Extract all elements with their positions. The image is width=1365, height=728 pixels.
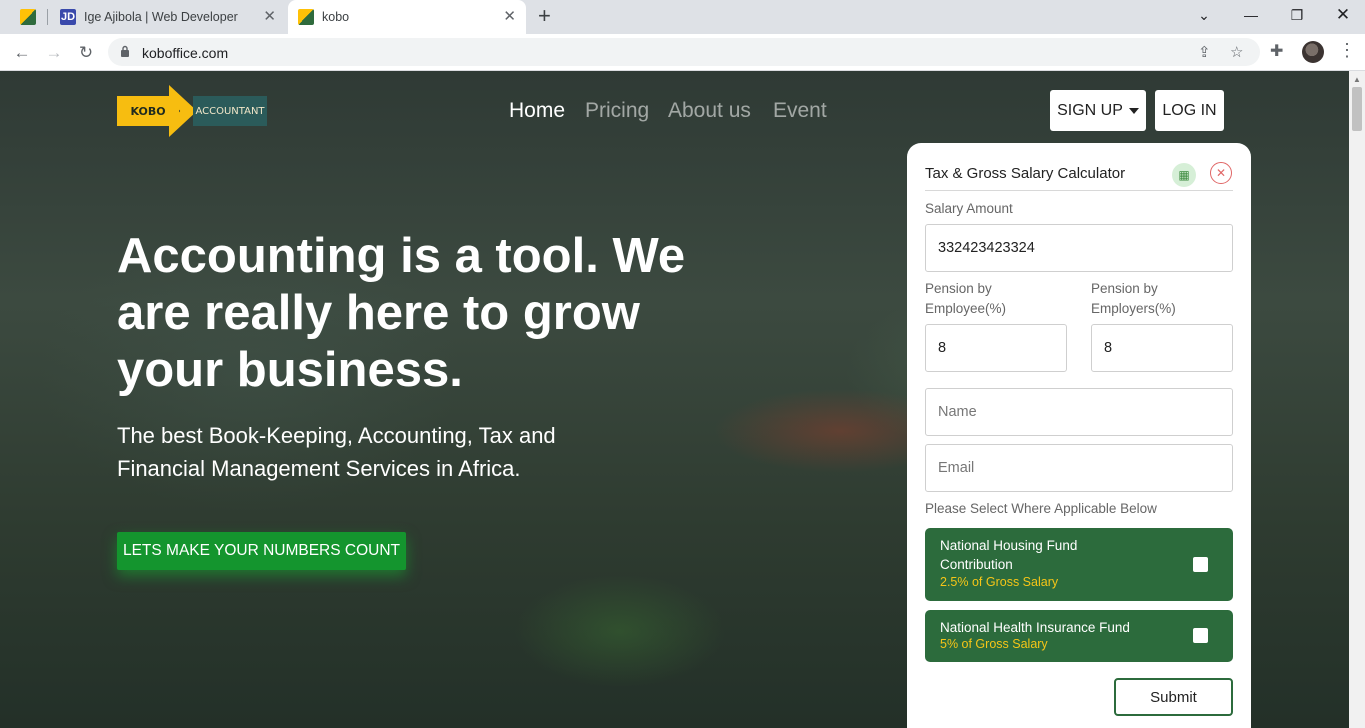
- pension-employer-label: Pension by Employers(%): [1091, 281, 1176, 316]
- close-icon[interactable]: ✕: [1210, 162, 1232, 184]
- calculator-icon: ▦: [1172, 163, 1196, 187]
- minimize-icon[interactable]: —: [1228, 0, 1274, 30]
- tab-ige-ajibola[interactable]: JD Ige Ajibola | Web Developer ✕: [56, 0, 286, 34]
- tab-search-chevron-icon[interactable]: ⌄: [1181, 0, 1227, 30]
- browser-tab-bar: JD Ige Ajibola | Web Developer ✕ kobo ✕ …: [0, 0, 1365, 34]
- logo-accountant-text: ACCOUNTANT: [193, 96, 267, 126]
- tab-title: kobo: [322, 10, 350, 24]
- forward-arrow-icon[interactable]: →: [42, 41, 66, 65]
- pinned-tab[interactable]: [10, 0, 46, 34]
- option-title: National Housing Fund Contribution: [940, 538, 1078, 572]
- tab-separator: [47, 9, 48, 25]
- calculator-header: Tax & Gross Salary Calculator ▦ ✕: [925, 157, 1233, 191]
- pension-employer-input[interactable]: 8: [1091, 324, 1233, 372]
- kobo-accountant-logo[interactable]: KOBO ACCOUNTANT: [117, 85, 267, 137]
- browser-toolbar: ← → ↻ koboffice.com ⇪ ☆ ✚ ⋮: [0, 34, 1365, 71]
- tab-kobo[interactable]: kobo ✕: [288, 0, 526, 34]
- restore-icon[interactable]: ❐: [1274, 0, 1320, 30]
- sign-up-button[interactable]: SIGN UP: [1050, 90, 1146, 131]
- back-arrow-icon[interactable]: ←: [10, 41, 34, 65]
- extensions-puzzle-icon[interactable]: ✚: [1270, 41, 1283, 61]
- tab-title: Ige Ajibola | Web Developer: [84, 10, 238, 24]
- scrollbar-thumb[interactable]: [1352, 87, 1362, 131]
- tax-calculator-panel: Tax & Gross Salary Calculator ▦ ✕ Salary…: [907, 143, 1251, 728]
- scroll-up-icon[interactable]: ▲: [1353, 75, 1361, 84]
- logo-kobo-text: KOBO: [117, 96, 179, 126]
- health-insurance-option[interactable]: National Health Insurance Fund 5% of Gro…: [925, 610, 1233, 662]
- option-title: National Health Insurance Fund: [940, 620, 1130, 635]
- caret-down-icon: [1128, 107, 1139, 114]
- housing-fund-option[interactable]: National Housing Fund Contribution 2.5% …: [925, 528, 1233, 601]
- pension-employee-label: Pension by Employee(%): [925, 281, 1007, 316]
- housing-fund-checkbox[interactable]: [1193, 557, 1208, 572]
- nav-event[interactable]: Event: [773, 99, 827, 123]
- salary-amount-input[interactable]: 332423423324: [925, 224, 1233, 272]
- bookmark-star-icon[interactable]: ☆: [1230, 43, 1243, 61]
- lock-icon: [121, 45, 129, 57]
- hero-section: KOBO ACCOUNTANT Home Pricing About us Ev…: [0, 71, 1349, 728]
- kobo-favicon-icon: [20, 9, 36, 25]
- nav-about-us[interactable]: About us: [668, 99, 751, 123]
- select-applicable-label: Please Select Where Applicable Below: [925, 501, 1157, 516]
- health-insurance-checkbox[interactable]: [1193, 628, 1208, 643]
- nav-pricing[interactable]: Pricing: [585, 99, 649, 123]
- jd-favicon-icon: JD: [60, 9, 76, 25]
- salary-amount-label: Salary Amount: [925, 201, 1013, 216]
- cta-button[interactable]: LETS MAKE YOUR NUMBERS COUNT: [117, 532, 406, 570]
- email-input[interactable]: Email: [925, 444, 1233, 492]
- name-input[interactable]: Name: [925, 388, 1233, 436]
- hero-title: Accounting is a tool. We are really here…: [117, 229, 686, 397]
- close-window-icon[interactable]: ✕: [1320, 0, 1365, 30]
- tab-close-icon[interactable]: ✕: [263, 9, 276, 25]
- log-in-button[interactable]: LOG IN: [1155, 90, 1224, 131]
- menu-kebab-icon[interactable]: ⋮: [1338, 40, 1356, 61]
- new-tab-button[interactable]: +: [538, 5, 551, 27]
- share-icon[interactable]: ⇪: [1198, 43, 1211, 61]
- calculator-title: Tax & Gross Salary Calculator: [925, 165, 1126, 182]
- page-scrollbar[interactable]: ▲: [1349, 71, 1365, 728]
- profile-avatar[interactable]: [1302, 41, 1324, 63]
- tab-close-icon[interactable]: ✕: [503, 9, 516, 25]
- pension-employee-input[interactable]: 8: [925, 324, 1067, 372]
- reload-icon[interactable]: ↻: [74, 41, 98, 65]
- option-subtitle: 2.5% of Gross Salary: [940, 575, 1059, 589]
- hero-subtitle: The best Book-Keeping, Accounting, Tax a…: [117, 423, 556, 481]
- address-bar[interactable]: koboffice.com ⇪ ☆: [108, 38, 1260, 66]
- kobo-favicon-icon: [298, 9, 314, 25]
- option-subtitle: 5% of Gross Salary: [940, 637, 1048, 651]
- url-text: koboffice.com: [142, 45, 229, 61]
- submit-button[interactable]: Submit: [1114, 678, 1233, 716]
- sign-up-label: SIGN UP: [1057, 101, 1123, 119]
- nav-home[interactable]: Home: [509, 99, 565, 123]
